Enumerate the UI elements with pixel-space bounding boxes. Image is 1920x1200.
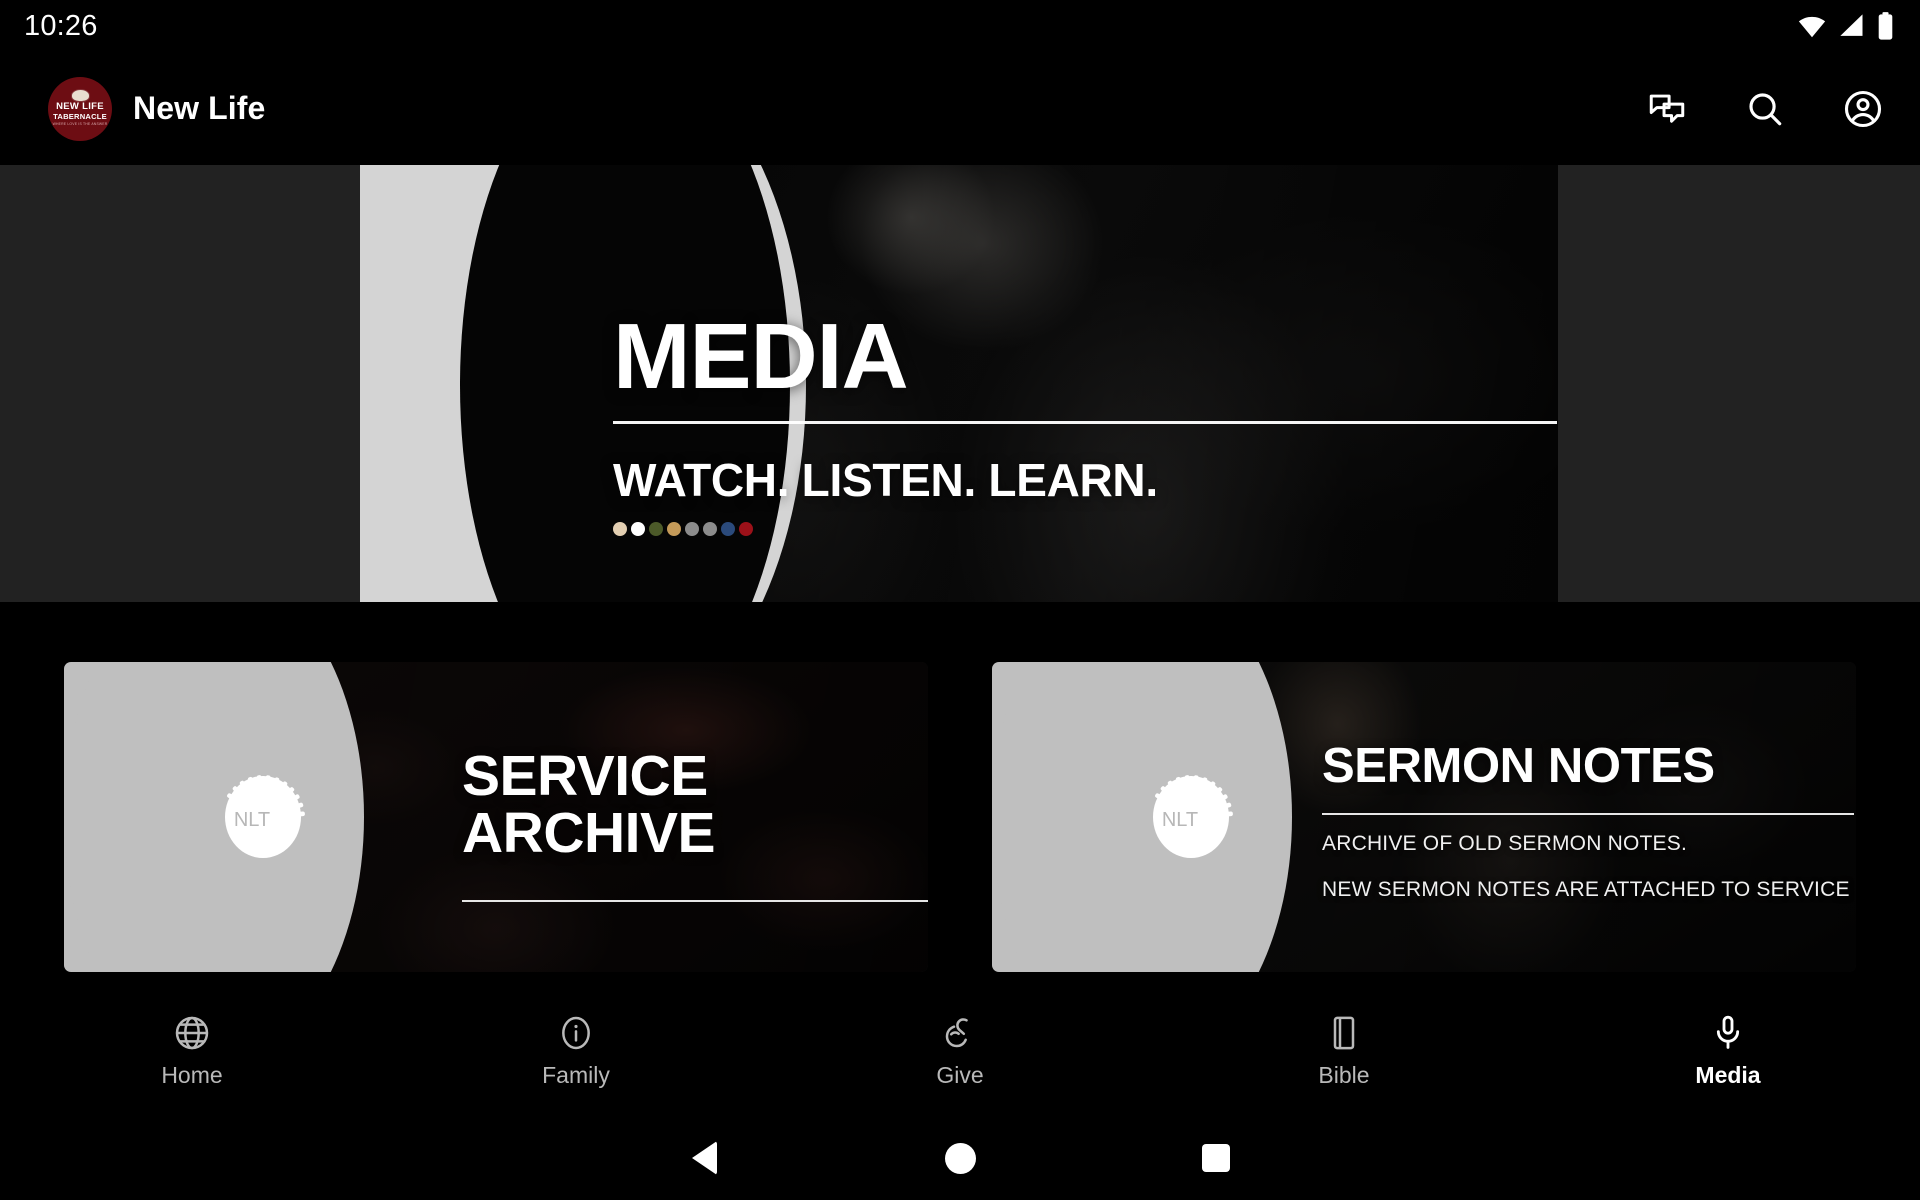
nav-label-bible: Bible [1318, 1062, 1370, 1088]
nav-label-home: Home [161, 1062, 223, 1088]
bottom-navigation: Home Family Give Bible Media [0, 1000, 1920, 1116]
svg-text:NLT: NLT [1162, 809, 1198, 831]
home-button[interactable] [832, 1142, 1088, 1174]
hero-title: MEDIA [613, 304, 909, 408]
card-text-block: SERVICE ARCHIVE [462, 748, 928, 902]
svg-text:NLT: NLT [234, 809, 270, 831]
app-bar-actions [1644, 86, 1886, 132]
status-bar: 10:26 [0, 0, 1920, 52]
card-curve-panel [64, 662, 364, 972]
hero-dot-8 [739, 522, 753, 537]
hero-dot-4 [667, 522, 681, 537]
hero-dot-2 [631, 522, 645, 537]
logo-line-1: NEW LIFE [56, 101, 104, 113]
hero-dot-7 [721, 522, 735, 537]
hero-divider [613, 421, 1557, 425]
hero-dot-3 [649, 522, 663, 537]
media-cards: NLT SERVICE ARCHIVE NLT SERMON NOTES ARC… [0, 602, 1920, 1002]
home-circle-icon [944, 1142, 976, 1174]
new-life-tabernacle-logo[interactable]: NEW LIFE TABERNACLE WHERE LOVE IS THE AN… [48, 76, 112, 141]
card-title-line-2: ARCHIVE [462, 801, 716, 865]
nav-item-media[interactable]: Media [1536, 1012, 1920, 1089]
nav-item-give[interactable]: Give [768, 1012, 1152, 1089]
hero-dot-5 [685, 522, 699, 537]
card-title-line-1: SERMON NOTES [1322, 739, 1715, 793]
nlt-seal-icon: NLT [1140, 766, 1242, 868]
wifi-icon [1797, 11, 1827, 41]
book-icon [1324, 1012, 1364, 1054]
logo-emblem [71, 89, 89, 101]
nav-label-family: Family [542, 1062, 610, 1088]
back-button[interactable] [576, 1141, 832, 1175]
nav-item-bible[interactable]: Bible [1152, 1012, 1536, 1089]
nav-item-home[interactable]: Home [0, 1012, 384, 1089]
app-root: 10:26 NEW LIFE TABERNACLE WHERE LOVE IS … [0, 0, 1920, 1200]
app-bar: NEW LIFE TABERNACLE WHERE LOVE IS THE AN… [0, 52, 1920, 165]
card-divider [462, 900, 928, 902]
card-subtitle-line-1: ARCHIVE OF OLD SERMON NOTES. [1322, 832, 1687, 855]
back-triangle-icon [691, 1141, 717, 1175]
card-curve-panel [992, 662, 1292, 972]
microphone-icon [1708, 1012, 1748, 1054]
system-navigation-bar [0, 1116, 1920, 1200]
info-circle-icon [556, 1012, 596, 1054]
messages-icon[interactable] [1644, 86, 1690, 132]
card-text-block: SERMON NOTES ARCHIVE OF OLD SERMON NOTES… [1322, 742, 1856, 906]
logo-line-3: WHERE LOVE IS THE ANSWER [52, 122, 108, 127]
giving-hand-icon [940, 1012, 980, 1054]
nav-item-family[interactable]: Family [384, 1012, 768, 1089]
recents-button[interactable] [1088, 1144, 1344, 1172]
card-divider [1322, 813, 1854, 815]
status-clock: 10:26 [24, 9, 98, 42]
nav-label-give: Give [936, 1062, 984, 1088]
hero-content: MEDIA WATCH. LISTEN. LEARN. [613, 165, 1563, 537]
nav-label-media: Media [1695, 1062, 1761, 1088]
status-icons [1797, 11, 1894, 41]
logo-line-2: TABERNACLE [53, 112, 107, 122]
search-icon[interactable] [1742, 86, 1788, 132]
hero-dot-1 [613, 522, 627, 537]
recents-square-icon [1202, 1144, 1230, 1172]
hero-subtitle: WATCH. LISTEN. LEARN. [613, 454, 1158, 507]
app-title: New Life [133, 90, 266, 126]
nlt-seal-icon: NLT [212, 766, 314, 868]
battery-icon [1877, 11, 1894, 41]
card-subtitle-line-2: NEW SERMON NOTES ARE ATTACHED TO SERVICE [1322, 877, 1850, 901]
card-title-line-1: SERVICE [462, 744, 708, 808]
sermon-notes-card[interactable]: NLT SERMON NOTES ARCHIVE OF OLD SERMON N… [992, 662, 1856, 972]
globe-icon [172, 1012, 212, 1054]
media-hero-banner[interactable]: MEDIA WATCH. LISTEN. LEARN. [0, 165, 1920, 602]
service-archive-card[interactable]: NLT SERVICE ARCHIVE [64, 662, 928, 972]
hero-dot-6 [703, 522, 717, 537]
brand[interactable]: NEW LIFE TABERNACLE WHERE LOVE IS THE AN… [48, 76, 266, 141]
account-icon[interactable] [1840, 86, 1886, 132]
hero-color-dots [613, 522, 1563, 537]
cellular-signal-icon [1838, 12, 1866, 40]
